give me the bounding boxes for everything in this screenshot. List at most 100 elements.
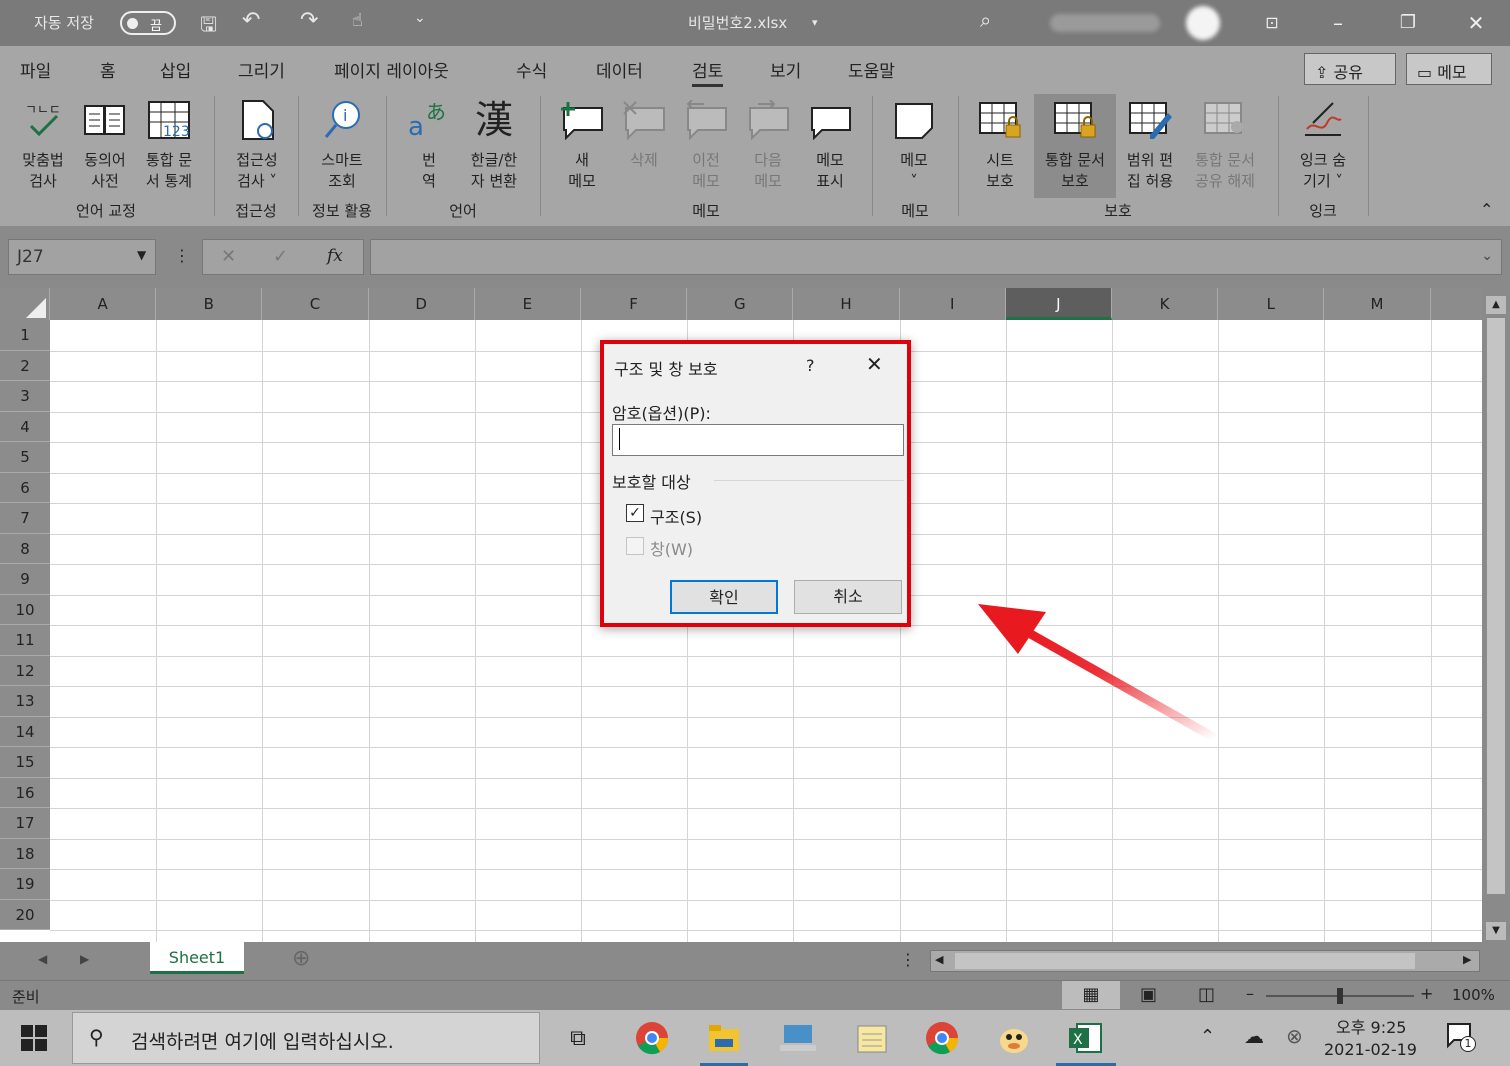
row-header[interactable]: 19	[0, 869, 50, 900]
row-header[interactable]: 16	[0, 777, 50, 808]
tab-help[interactable]: 도움말	[848, 57, 895, 82]
taskbar-search-box[interactable]: ⚲ 검색하려면 여기에 입력하십시오.	[72, 1012, 540, 1064]
scroll-tabs-right-icon[interactable]: ▶	[80, 952, 89, 966]
protect-workbook-button[interactable]: 통합 문서 보호	[1034, 94, 1116, 198]
clock-time[interactable]: 오후 9:25	[1336, 1014, 1406, 1038]
column-header[interactable]: I	[900, 288, 1006, 320]
page-break-view-icon[interactable]: ◫	[1198, 984, 1215, 1005]
clock-date[interactable]: 2021-02-19	[1324, 1040, 1417, 1059]
row-header[interactable]: 10	[0, 594, 50, 625]
share-button[interactable]: ⇪ 공유	[1304, 53, 1396, 85]
column-header[interactable]: G	[687, 288, 794, 320]
column-header[interactable]: K	[1112, 288, 1219, 320]
redo-icon[interactable]: ↷	[300, 8, 318, 33]
page-layout-view-icon[interactable]: ▣	[1140, 984, 1157, 1005]
zoom-slider-thumb[interactable]	[1337, 988, 1343, 1004]
more-icon[interactable]: ⋮	[174, 246, 190, 265]
notes-button[interactable]: 메모 ˅	[884, 96, 944, 192]
tab-file[interactable]: 파일	[20, 57, 51, 82]
zoom-out-icon[interactable]: –	[1246, 984, 1254, 1003]
zoom-in-icon[interactable]: +	[1420, 984, 1433, 1003]
column-header[interactable]: H	[793, 288, 900, 320]
undo-icon[interactable]: ↶	[242, 8, 260, 33]
accessibility-check-button[interactable]: 접근성 검사 ˅	[222, 96, 292, 192]
touch-mode-icon[interactable]: ☝	[352, 10, 363, 31]
onedrive-icon[interactable]: ☁	[1244, 1024, 1264, 1048]
row-header[interactable]: 20	[0, 899, 50, 930]
column-header[interactable]: B	[156, 288, 263, 320]
name-box[interactable]: J27 ▼	[8, 239, 156, 275]
dialog-close-icon[interactable]: ✕	[866, 352, 883, 376]
column-header[interactable]: F	[581, 288, 688, 320]
chat-app-icon[interactable]	[994, 1020, 1034, 1056]
customize-toolbar-icon[interactable]: ⌄	[414, 10, 426, 26]
scroll-up-icon[interactable]: ▲	[1486, 296, 1506, 314]
notification-center-icon[interactable]: 1	[1446, 1022, 1476, 1052]
translate-button[interactable]: aあ 번역	[400, 96, 458, 192]
chevron-down-icon[interactable]: ▾	[812, 16, 818, 29]
help-button[interactable]: ?	[806, 356, 815, 375]
select-all-button[interactable]	[0, 288, 50, 320]
scroll-right-icon[interactable]: ▶	[1463, 953, 1471, 966]
show-hidden-icons-icon[interactable]: ⌃	[1200, 1026, 1215, 1047]
hangul-hanja-button[interactable]: 漢 한글/한 자 변환	[460, 96, 528, 192]
horizontal-scroll-thumb[interactable]	[955, 953, 1415, 969]
chrome-icon-2[interactable]	[922, 1020, 962, 1056]
tab-insert[interactable]: 삽입	[160, 57, 191, 82]
comments-button[interactable]: ▭ 메모	[1406, 53, 1492, 85]
row-header[interactable]: 14	[0, 716, 50, 747]
chevron-down-icon[interactable]: ▼	[137, 248, 146, 262]
chrome-icon[interactable]	[632, 1020, 672, 1056]
sheet-tab-sheet1[interactable]: Sheet1	[150, 942, 244, 974]
workbook-statistics-button[interactable]: 123 통합 문서 통계	[138, 96, 200, 192]
horizontal-scrollbar[interactable]: ◀ ▶	[930, 950, 1480, 972]
row-header[interactable]: 6	[0, 472, 50, 503]
tab-draw[interactable]: 그리기	[238, 57, 285, 82]
row-header[interactable]: 7	[0, 503, 50, 534]
network-icon[interactable]: ⊗	[1286, 1024, 1303, 1048]
tab-home[interactable]: 홈	[100, 57, 116, 82]
next-comment-button[interactable]: 다음 메모	[738, 96, 798, 192]
task-view-icon[interactable]: ⧉	[558, 1020, 598, 1056]
row-header[interactable]: 2	[0, 350, 50, 381]
normal-view-icon[interactable]: ▦	[1062, 981, 1120, 1009]
search-icon[interactable]: ⌕	[980, 8, 991, 32]
row-header[interactable]: 15	[0, 747, 50, 778]
new-comment-button[interactable]: 새 메모	[552, 96, 612, 192]
remote-desktop-icon[interactable]	[778, 1020, 818, 1056]
avatar[interactable]	[1186, 6, 1220, 40]
formula-input[interactable]: ⌄	[370, 239, 1502, 275]
ribbon-display-icon[interactable]: ⊡	[1252, 8, 1292, 38]
tab-formulas[interactable]: 수식	[516, 57, 547, 82]
collapse-ribbon-icon[interactable]: ⌃	[1480, 200, 1493, 219]
autosave-toggle[interactable]: 끔	[120, 11, 176, 35]
insert-function-icon[interactable]: fx	[327, 246, 343, 266]
column-header[interactable]: L	[1218, 288, 1325, 320]
delete-comment-button[interactable]: 삭제	[614, 96, 674, 171]
tab-view[interactable]: 보기	[770, 57, 801, 82]
column-header[interactable]: J	[1005, 288, 1112, 320]
vertical-scrollbar[interactable]: ▲ ▼	[1482, 288, 1510, 942]
scroll-tabs-left-icon[interactable]: ◀	[38, 952, 47, 966]
file-explorer-icon[interactable]	[704, 1020, 744, 1056]
tab-data[interactable]: 데이터	[596, 57, 643, 82]
row-header[interactable]: 11	[0, 625, 50, 656]
ok-button[interactable]: 확인	[670, 580, 778, 614]
cancel-icon[interactable]: ✕	[221, 246, 236, 267]
show-comments-button[interactable]: 메모 표시	[800, 96, 860, 192]
notepad-icon[interactable]	[852, 1020, 892, 1056]
smart-lookup-button[interactable]: i 스마트 조회	[308, 96, 376, 192]
zoom-level[interactable]: 100%	[1452, 986, 1495, 1004]
column-header[interactable]: E	[475, 288, 581, 320]
scrollbar-thumb[interactable]	[1487, 318, 1505, 894]
unshare-workbook-button[interactable]: 통합 문서 공유 해제	[1184, 96, 1266, 192]
row-header[interactable]: 18	[0, 838, 50, 869]
expand-formula-icon[interactable]: ⌄	[1481, 248, 1493, 264]
tab-review[interactable]: 검토	[692, 57, 724, 87]
scroll-left-icon[interactable]: ◀	[935, 953, 943, 966]
previous-comment-button[interactable]: 이전 메모	[676, 96, 736, 192]
excel-icon[interactable]: X	[1066, 1020, 1106, 1056]
password-input[interactable]	[612, 424, 904, 456]
column-header[interactable]: A	[50, 288, 157, 320]
column-header[interactable]: D	[369, 288, 475, 320]
